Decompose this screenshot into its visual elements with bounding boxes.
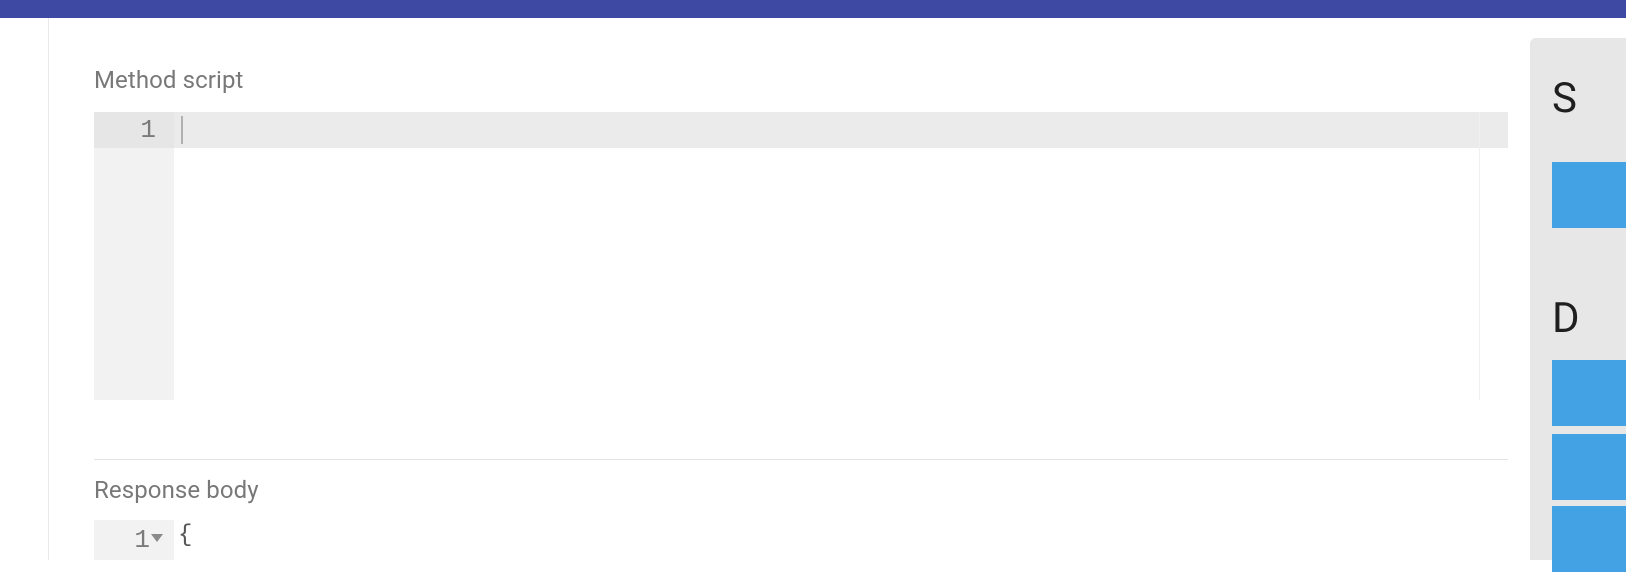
side-panel-item-4[interactable] <box>1552 506 1626 572</box>
side-panel-heading-2: D <box>1552 294 1580 343</box>
left-edge-line <box>48 18 49 560</box>
method-script-label: Method script <box>94 66 243 94</box>
top-bar <box>0 0 1626 18</box>
editor-cursor <box>181 116 183 144</box>
response-body-code-line[interactable]: { <box>178 522 192 549</box>
editor-body-area <box>174 148 1479 400</box>
right-side-panel: S D <box>1530 38 1626 560</box>
method-script-editor[interactable]: 1 <box>94 112 1508 400</box>
method-script-input[interactable] <box>184 112 1474 148</box>
side-panel-item-1[interactable] <box>1552 162 1626 228</box>
section-divider <box>94 459 1508 460</box>
main-content: Method script 1 Response body 1 { <box>94 18 1626 560</box>
response-body-editor[interactable]: 1 { <box>94 520 1508 560</box>
side-panel-item-3[interactable] <box>1552 434 1626 500</box>
editor-gutter <box>94 112 174 400</box>
fold-toggle-icon[interactable] <box>151 534 163 542</box>
side-panel-heading-1: S <box>1552 74 1577 123</box>
editor-line-number: 1 <box>94 520 150 560</box>
response-body-label: Response body <box>94 476 259 504</box>
side-panel-item-2[interactable] <box>1552 360 1626 426</box>
editor-right-margin-line <box>1479 112 1480 400</box>
editor-line-number: 1 <box>94 112 156 148</box>
